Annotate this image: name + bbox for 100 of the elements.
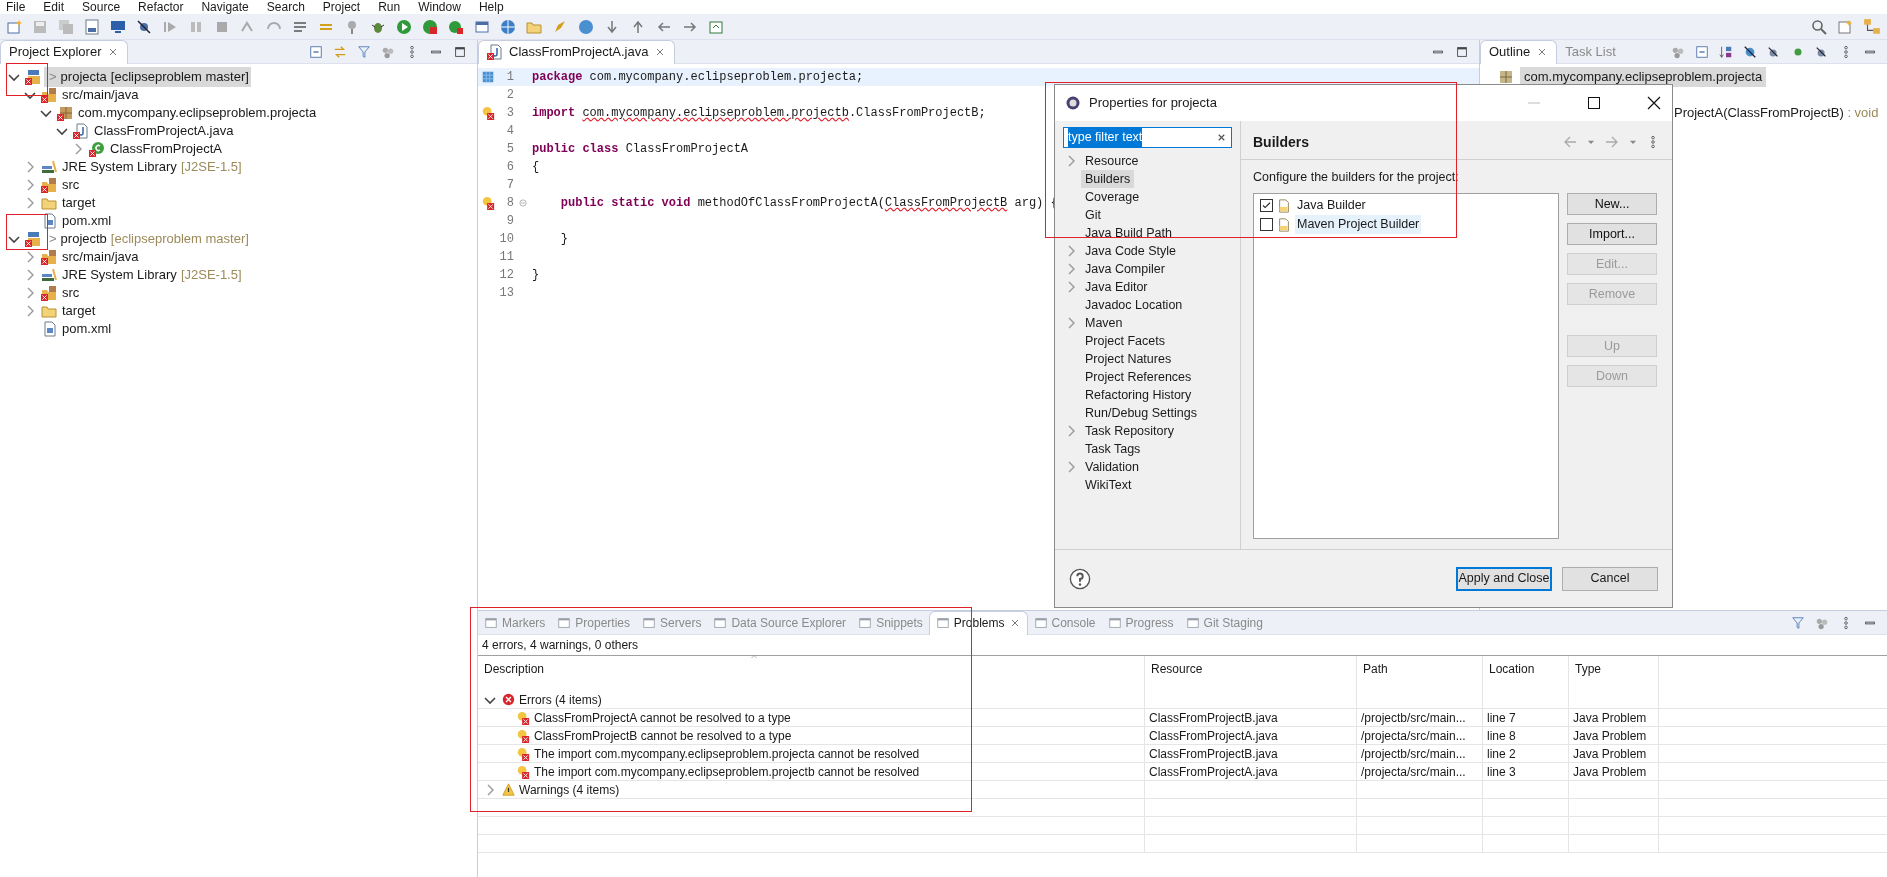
nav-item[interactable]: Java Build Path (1081, 223, 1176, 243)
tree-item[interactable]: target (60, 193, 98, 213)
tree-item[interactable]: ClassFromProjectA.java (92, 121, 236, 141)
column-header[interactable]: Type (1575, 662, 1601, 676)
filter-field[interactable]: type filter text (1063, 127, 1232, 148)
table-cell-text: Java Problem (1573, 745, 1647, 763)
open-view-icon[interactable] (708, 18, 724, 35)
nav-item[interactable]: Java Code Style (1081, 241, 1181, 261)
binary-file-icon[interactable] (84, 18, 100, 35)
search-icon[interactable] (1811, 18, 1827, 35)
builder-item[interactable]: Maven Project Builder (1295, 215, 1422, 234)
view-tab[interactable]: Outline (1480, 39, 1558, 64)
filter-icon[interactable] (1791, 615, 1805, 630)
checkbox[interactable] (1260, 199, 1273, 212)
column-header[interactable]: Location (1489, 662, 1535, 676)
builder-item[interactable]: Java Builder (1295, 196, 1368, 215)
clear-icon[interactable] (1216, 132, 1227, 143)
menu-item[interactable]: Navigate (201, 0, 249, 14)
menu-item[interactable]: Window (418, 0, 461, 14)
menu-item[interactable]: File (6, 0, 26, 14)
tree-item[interactable]: pom.xml (60, 319, 114, 339)
table-cell-text: line 2 (1487, 745, 1516, 763)
monitor-icon[interactable] (110, 18, 126, 35)
menu-item[interactable]: Run (378, 0, 401, 14)
menu-item[interactable]: Search (266, 0, 305, 14)
nav-item[interactable]: Task Tags (1081, 439, 1145, 459)
skip-breakpoints-icon[interactable] (136, 18, 152, 35)
tree-item[interactable]: JRE System Library [J2SE-1.5] (60, 157, 244, 177)
column-header[interactable]: Description (484, 662, 545, 676)
coverage-icon[interactable] (422, 18, 438, 35)
nav-item[interactable]: Validation (1081, 457, 1143, 477)
open-perspective-icon[interactable] (1837, 18, 1853, 35)
tree-item[interactable]: > projectb [eclipseproblem master] (44, 229, 251, 249)
menu-item[interactable]: Source (82, 0, 121, 14)
window-icon (713, 615, 728, 630)
tree-item[interactable]: ClassFromProjectA (108, 139, 224, 159)
nav-item[interactable]: Javadoc Location (1081, 295, 1187, 315)
external-tool-icon[interactable] (448, 18, 464, 35)
tree-item[interactable]: > projecta [eclipseproblem master] (44, 67, 251, 87)
nav-item[interactable]: Project Facets (1081, 331, 1169, 351)
nav-item[interactable]: Java Compiler (1081, 259, 1169, 279)
run-icon[interactable] (396, 18, 412, 35)
menu-item[interactable]: Project (322, 0, 361, 14)
maximize-icon[interactable] (1455, 44, 1469, 59)
link-icon[interactable] (333, 44, 347, 59)
hide-static-icon[interactable] (1767, 44, 1781, 59)
view-tab[interactable]: Project Explorer (0, 39, 129, 64)
new-file-icon[interactable] (6, 18, 22, 35)
column-header[interactable]: Resource (1151, 662, 1203, 676)
menu-item[interactable]: Edit (43, 0, 65, 14)
nav-item[interactable]: Git (1081, 205, 1105, 225)
nav-item[interactable]: Maven (1081, 313, 1127, 333)
nav-item[interactable]: Refactoring History (1081, 385, 1196, 405)
column-header[interactable]: Path (1363, 662, 1388, 676)
group-label[interactable]: Warnings (4 items) (519, 780, 620, 799)
hide-local-icon[interactable] (1815, 44, 1829, 59)
nav-item[interactable]: WikiText (1081, 475, 1136, 495)
nav-item[interactable]: Run/Debug Settings (1081, 403, 1201, 423)
dialog-button[interactable]: Apply and Close (1456, 566, 1552, 591)
tree-item[interactable]: target (60, 301, 98, 321)
tree-item[interactable]: JRE System Library [J2SE-1.5] (60, 265, 244, 285)
close-icon[interactable] (1646, 95, 1662, 111)
checkbox[interactable] (1260, 218, 1273, 231)
dialog-button[interactable]: Cancel (1562, 566, 1658, 591)
tree-item[interactable]: src/main/java (60, 85, 141, 105)
new-window-icon[interactable] (474, 18, 490, 35)
tree-item[interactable]: src (60, 283, 82, 303)
nav-item[interactable]: Resource (1081, 151, 1143, 171)
dialog-button[interactable]: New... (1567, 193, 1657, 215)
tree-item[interactable]: src/main/java (60, 247, 141, 267)
group-label[interactable]: Errors (4 items) (519, 690, 602, 709)
outline-item[interactable]: com.mycompany.eclipseproblem.projecta (1520, 67, 1767, 87)
arrow-up-icon[interactable] (630, 18, 646, 35)
maximize-icon[interactable] (1586, 95, 1602, 111)
table-cell-text: ClassFromProjectB.java (1149, 745, 1278, 763)
nav-item[interactable]: Coverage (1081, 187, 1144, 207)
nav-item[interactable]: Project Natures (1081, 349, 1176, 369)
nav-item[interactable]: Java Editor (1081, 277, 1152, 297)
filter-icon[interactable] (357, 44, 371, 59)
tree-item[interactable]: com.mycompany.eclipseproblem.projecta (76, 103, 319, 123)
save-icon[interactable] (32, 18, 48, 35)
nav-item[interactable]: Project References (1081, 367, 1196, 387)
dialog-button[interactable]: Import... (1567, 223, 1657, 245)
editor-tab[interactable]: ClassFromProjectA.java (478, 39, 676, 64)
save-all-icon[interactable] (58, 18, 74, 35)
maximize-icon[interactable] (453, 44, 467, 59)
nav-item[interactable]: Builders (1081, 169, 1135, 189)
hide-fields-icon[interactable] (1743, 44, 1757, 59)
tree-item[interactable]: pom.xml (60, 211, 114, 231)
nav-item[interactable]: Task Repository (1081, 421, 1178, 441)
collapse-all-icon[interactable] (1695, 44, 1709, 59)
menu-item[interactable]: Refactor (138, 0, 184, 14)
tree-item[interactable]: src (60, 175, 82, 195)
help-icon[interactable] (1069, 567, 1091, 590)
collapse-all-icon[interactable] (309, 44, 323, 59)
fold-icon[interactable] (518, 198, 528, 208)
hierarchy-icon[interactable] (1863, 17, 1881, 36)
menu-item[interactable]: Help (478, 0, 504, 14)
arrow-down-icon[interactable] (604, 18, 620, 35)
outline-item[interactable]: ProjectA(ClassFromProjectB) : void (1670, 103, 1883, 123)
